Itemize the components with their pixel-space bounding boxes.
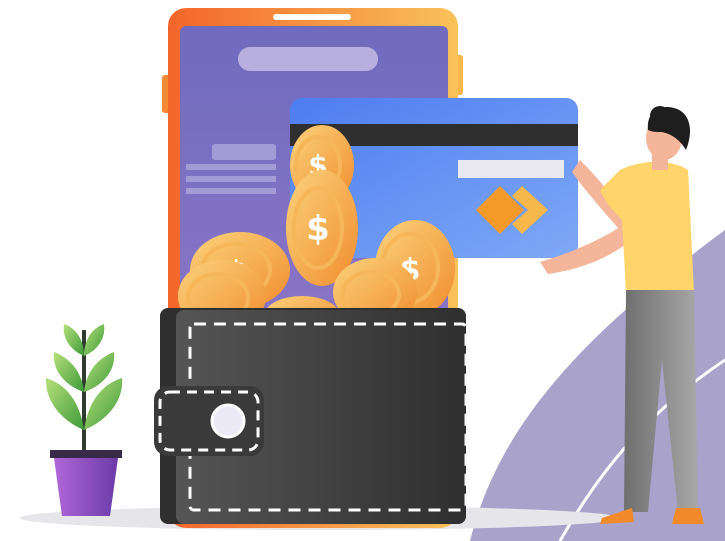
screen-line-2 — [186, 176, 276, 182]
person-hair-bun — [650, 106, 670, 126]
screen-block — [212, 144, 276, 160]
screen-line-3 — [186, 188, 276, 194]
card-signature-strip — [458, 160, 564, 178]
pot-rim — [50, 450, 122, 458]
wallet-snap-button — [210, 403, 246, 439]
pot-body — [54, 458, 118, 516]
plant-leaf — [84, 324, 105, 356]
payment-illustration: $ $ $ $ — [20, 8, 725, 541]
person-shirt — [600, 161, 694, 292]
screen-search-bar — [238, 47, 378, 71]
screen-line-1 — [186, 164, 276, 170]
wallet-icon — [154, 308, 468, 524]
plant-icon — [45, 324, 123, 516]
person-shoe-right — [672, 508, 704, 524]
wallet-clasp — [154, 386, 264, 456]
plant-leaf — [63, 324, 84, 356]
phone-speaker — [273, 14, 351, 20]
coin-dollar-symbol: $ — [306, 209, 330, 249]
